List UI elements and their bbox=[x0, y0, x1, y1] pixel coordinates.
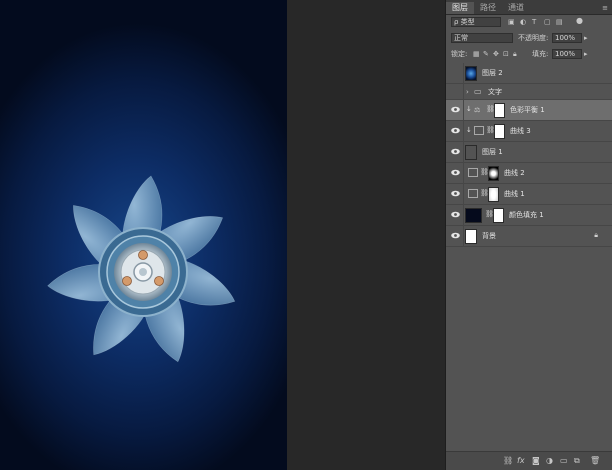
fill-label: 填充: bbox=[532, 50, 549, 58]
lock-row: 锁定: ▦ ✎ ✥ ⊡ 🔒︎ 填充: 100% ▸ bbox=[446, 49, 612, 61]
visibility-eye-icon[interactable] bbox=[451, 232, 460, 239]
mask-icon[interactable]: ◙ bbox=[532, 456, 540, 466]
panel-menu-icon[interactable]: ≡ bbox=[602, 2, 608, 14]
delete-icon[interactable]: 🗑︎ bbox=[590, 456, 600, 466]
layer-thumbnail bbox=[465, 145, 477, 160]
layer-name[interactable]: 曲线 1 bbox=[504, 189, 525, 199]
filter-smart-object-icon[interactable]: ▤ bbox=[556, 17, 563, 27]
fan-artwork bbox=[47, 175, 236, 363]
layer-row[interactable]: 图层 1 bbox=[446, 142, 612, 163]
filter-kind-select[interactable]: ρ 类型 bbox=[451, 17, 501, 27]
layer-group-row[interactable]: › ▭ 文字 bbox=[446, 84, 612, 100]
tab-channels[interactable]: 通道 bbox=[502, 2, 530, 14]
layer-row[interactable]: ⛓ 曲线 2 bbox=[446, 163, 612, 184]
lock-artboard-icon[interactable]: ⊡ bbox=[503, 49, 509, 59]
clip-arrow-icon: ↓ bbox=[466, 126, 472, 134]
layer-name[interactable]: 图层 2 bbox=[482, 68, 503, 78]
fill-arrow-icon[interactable]: ▸ bbox=[584, 49, 588, 59]
curves-adjustment-icon bbox=[474, 126, 484, 135]
fx-icon[interactable]: fx bbox=[517, 456, 525, 466]
fill-color-thumbnail[interactable] bbox=[465, 208, 482, 223]
layer-row[interactable]: ⛓ 曲线 1 bbox=[446, 184, 612, 205]
visibility-eye-icon[interactable] bbox=[451, 148, 460, 155]
curves-adjustment-icon bbox=[468, 168, 478, 177]
visibility-eye-icon[interactable] bbox=[451, 106, 460, 113]
tab-layers[interactable]: 图层 bbox=[446, 2, 474, 14]
filter-type-icon[interactable]: T bbox=[532, 17, 536, 27]
layer-mask-thumbnail[interactable] bbox=[488, 166, 499, 181]
layer-thumbnail bbox=[465, 229, 477, 244]
new-layer-icon[interactable]: ⧉ bbox=[574, 456, 580, 466]
lock-position-icon[interactable]: ✥ bbox=[493, 49, 499, 59]
layer-row[interactable]: ↓ ⛓ 曲线 3 bbox=[446, 121, 612, 142]
layer-row[interactable]: 图层 2 bbox=[446, 63, 612, 84]
layer-mask-thumbnail[interactable] bbox=[494, 103, 505, 118]
visibility-eye-icon[interactable] bbox=[451, 211, 460, 218]
fill-input[interactable]: 100% bbox=[552, 49, 582, 59]
layer-name[interactable]: 背景 bbox=[482, 231, 496, 241]
document-canvas[interactable] bbox=[0, 0, 287, 470]
layer-name[interactable]: 颜色填充 1 bbox=[509, 210, 544, 220]
visibility-eye-icon[interactable] bbox=[451, 127, 460, 134]
filter-shape-icon[interactable]: ▢ bbox=[544, 17, 551, 27]
visibility-eye-icon[interactable] bbox=[451, 190, 460, 197]
adjustment-icon[interactable]: ◑ bbox=[546, 456, 553, 466]
lock-icon[interactable]: 🔒︎ bbox=[594, 231, 598, 240]
layer-name[interactable]: 色彩平衡 1 bbox=[510, 105, 545, 115]
curves-adjustment-icon bbox=[468, 189, 478, 198]
opacity-input[interactable]: 100% bbox=[552, 33, 582, 43]
link-icon[interactable]: ⛓ bbox=[503, 456, 513, 466]
layer-mask-thumbnail[interactable] bbox=[494, 124, 505, 139]
layer-row-selected[interactable]: ↓ ⚖ ⛓ 色彩平衡 1 bbox=[446, 100, 612, 121]
filter-pixel-icon[interactable]: ▣ bbox=[508, 17, 515, 27]
opacity-label: 不透明度: bbox=[518, 34, 549, 42]
clip-arrow-icon: ↓ bbox=[466, 105, 472, 113]
layer-name[interactable]: 文字 bbox=[488, 87, 502, 97]
color-balance-icon: ⚖ bbox=[474, 106, 481, 114]
filter-row: ρ 类型 ▣ ◐ T ▢ ▤ ● bbox=[446, 16, 612, 29]
blend-mode-select[interactable]: 正常 bbox=[451, 33, 513, 43]
tab-paths[interactable]: 路径 bbox=[474, 2, 502, 14]
group-icon[interactable]: ▭ bbox=[560, 456, 568, 466]
layer-name[interactable]: 曲线 3 bbox=[510, 126, 531, 136]
layers-bottom-bar: ⛓ fx ◙ ◑ ▭ ⧉ 🗑︎ bbox=[446, 451, 612, 470]
group-expand-arrow-icon[interactable]: › bbox=[466, 87, 469, 97]
lock-transparent-icon[interactable]: ▦ bbox=[473, 49, 480, 59]
layer-name[interactable]: 曲线 2 bbox=[504, 168, 525, 178]
layer-row-background[interactable]: 背景 🔒︎ bbox=[446, 226, 612, 247]
layers-panel: 图层 路径 通道 ≡ ρ 类型 ▣ ◐ T ▢ ▤ ● 正常 不透明度: 100… bbox=[445, 0, 612, 470]
visibility-eye-icon[interactable] bbox=[451, 169, 460, 176]
folder-icon: ▭ bbox=[474, 87, 482, 96]
fan-hub bbox=[98, 227, 188, 317]
lock-all-icon[interactable]: 🔒︎ bbox=[513, 49, 517, 59]
opacity-arrow-icon[interactable]: ▸ bbox=[584, 33, 588, 43]
lock-label: 锁定: bbox=[451, 50, 468, 58]
layer-mask-thumbnail[interactable] bbox=[488, 187, 499, 202]
layer-name[interactable]: 图层 1 bbox=[482, 147, 503, 157]
filter-adjustment-icon[interactable]: ◐ bbox=[520, 17, 526, 27]
layer-mask-thumbnail[interactable] bbox=[493, 208, 504, 223]
layer-row[interactable]: ⛓ 颜色填充 1 bbox=[446, 205, 612, 226]
lock-image-icon[interactable]: ✎ bbox=[483, 49, 489, 59]
layer-thumbnail bbox=[465, 66, 477, 81]
filter-toggle-icon[interactable]: ● bbox=[576, 16, 583, 26]
workspace-background bbox=[287, 0, 445, 470]
blend-row: 正常 不透明度: 100% ▸ bbox=[446, 33, 612, 45]
panel-tabs: 图层 路径 通道 ≡ bbox=[446, 0, 612, 15]
